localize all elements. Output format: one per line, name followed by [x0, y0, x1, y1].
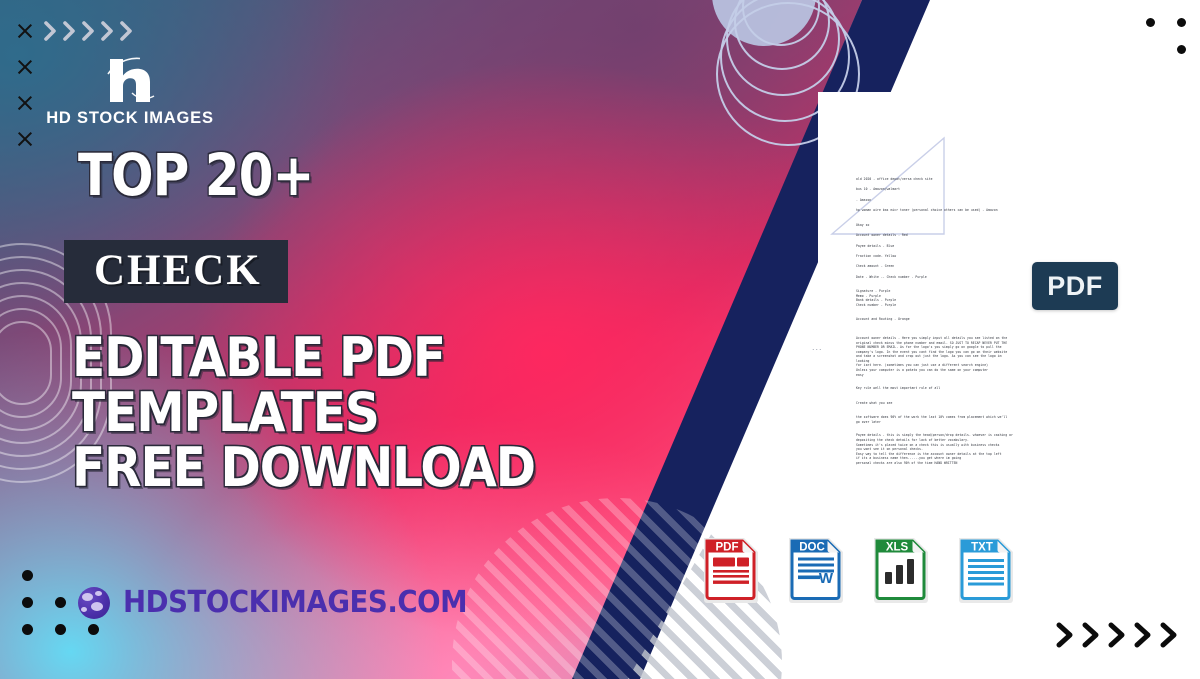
document-text-block: old 2020 - office depot/versa check site: [856, 177, 1128, 182]
document-text-block: Account owner details - Here you simply …: [856, 336, 1128, 377]
headline-line-1: EDITABLE PDF TEMPLATES: [72, 326, 446, 445]
document-text-line: hp woman wire bas micr toner (personal c…: [856, 208, 998, 213]
poster-canvas: HD STOCK IMAGES TOP 20+ CHECK EDITABLE P…: [0, 0, 1200, 679]
document-text-line: Key rule well the most important rule of…: [856, 386, 941, 391]
document-text-block: Payee details - Blue: [856, 244, 1128, 249]
brand-logo: HD STOCK IMAGES: [40, 55, 220, 128]
document-text-block: Fraction code- Yellow: [856, 254, 1128, 259]
x-mark-icon: [16, 22, 34, 40]
document-text-block: Create what you see: [856, 401, 1128, 406]
website-url-label: HDSTOCKIMAGES.COM: [123, 585, 468, 620]
document-text-block: the software does 90% of the work the la…: [856, 415, 1128, 424]
svg-text:DOC: DOC: [799, 542, 825, 554]
document-text-line: bus 10 - Amazon/walmart: [856, 187, 901, 192]
document-text-block: - Amazon: [856, 198, 1128, 203]
chevrons-decoration-bottom: [1054, 620, 1182, 650]
svg-text:XLS: XLS: [886, 542, 909, 554]
document-text-block: Account and Routing - Orange: [856, 317, 1128, 322]
document-text-block: bus 10 - Amazon/walmart: [856, 187, 1128, 192]
svg-text:W: W: [819, 570, 834, 587]
chevron-right-icon: [80, 20, 98, 42]
pdf-badge[interactable]: PDF: [1032, 262, 1118, 310]
xls-file-icon[interactable]: XLS: [872, 534, 930, 606]
text-spacer: [856, 327, 1128, 336]
page-title: EDITABLE PDF TEMPLATES FREE DOWNLOAD: [72, 330, 648, 495]
svg-text:PDF: PDF: [716, 542, 739, 554]
document-text-line: go over later: [856, 419, 881, 424]
pdf-file-icon[interactable]: PDF: [702, 534, 760, 606]
x-marks-decoration: [16, 22, 34, 166]
document-text-block: Okay so: [856, 223, 1128, 228]
file-format-icons: PDF DOC W XLS TXT: [702, 534, 1015, 606]
svg-text:TXT: TXT: [971, 542, 993, 554]
document-ellipsis: ...: [812, 342, 823, 352]
website-link[interactable]: HDSTOCKIMAGES.COM: [78, 585, 497, 620]
x-mark-icon: [16, 94, 34, 112]
category-badge-label: CHECK: [94, 247, 262, 294]
chevron-right-icon: [118, 20, 136, 42]
x-mark-icon: [16, 130, 34, 148]
headline-line-2: FREE DOWNLOAD: [72, 436, 536, 500]
document-body-text: old 2020 - office depot/versa check site…: [856, 177, 1128, 471]
h-monogram-icon: [40, 55, 220, 103]
document-text-line: Create what you see: [856, 400, 893, 405]
chevron-right-icon: [1054, 620, 1078, 650]
chevrons-decoration-top: [42, 20, 136, 42]
document-text-block: hp woman wire bas micr toner (personal c…: [856, 208, 1128, 213]
document-text-line: old 2020 - office depot/versa check site: [856, 177, 933, 181]
chevron-right-icon: [1132, 620, 1156, 650]
chevron-right-icon: [61, 20, 79, 42]
kicker-text: TOP 20+: [78, 141, 314, 209]
doc-file-icon[interactable]: DOC W: [787, 534, 845, 606]
document-text-line: Payee details - Blue: [856, 243, 895, 248]
document-text-block: Account owner details - Red: [856, 233, 1128, 238]
document-text-line: Okay so: [856, 222, 870, 227]
document-text-line: easy: [856, 372, 864, 377]
document-text-block: Payee details - this is simply the head/…: [856, 433, 1128, 465]
txt-file-icon[interactable]: TXT: [957, 534, 1015, 606]
brand-name-label: HD STOCK IMAGES: [46, 109, 214, 127]
chevron-right-icon: [1158, 620, 1182, 650]
chevron-right-icon: [1106, 620, 1130, 650]
chevron-right-icon: [99, 20, 117, 42]
chevron-right-icon: [1080, 620, 1104, 650]
document-text-block: Key rule well the most important rule of…: [856, 386, 1128, 391]
category-badge: CHECK: [64, 240, 288, 303]
document-text-line: Account owner details - Red: [856, 233, 908, 238]
dots-decoration-top-right: [1146, 18, 1200, 99]
x-mark-icon: [16, 58, 34, 76]
document-text-line: Fraction code- Yellow: [856, 253, 897, 258]
chevron-right-icon: [42, 20, 60, 42]
document-text-line: personal checks are also 90% of the time…: [856, 460, 958, 465]
document-text-line: - Amazon: [856, 197, 872, 202]
globe-icon: [78, 586, 110, 619]
document-text-line: Account and Routing - Orange: [856, 316, 910, 321]
pdf-badge-label: PDF: [1047, 270, 1103, 301]
